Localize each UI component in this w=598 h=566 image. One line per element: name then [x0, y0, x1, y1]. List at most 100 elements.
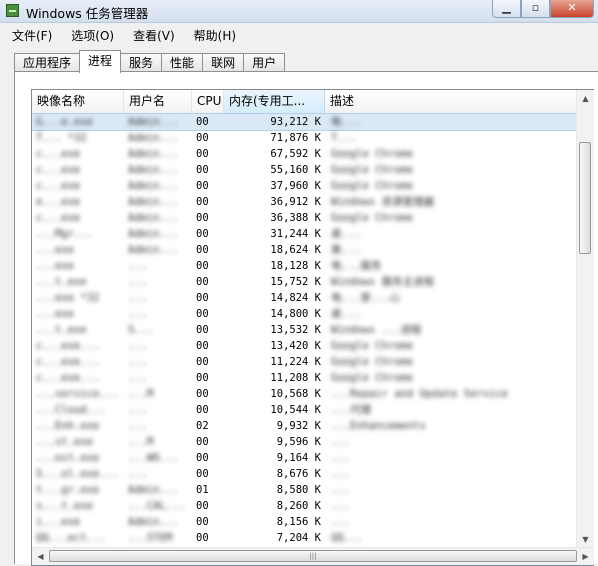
cell-user-name: Admin...	[128, 228, 179, 240]
table-row[interactable]: G...e.exe Admin... 00 93,212 K 电...	[32, 113, 581, 131]
cell-image-name: ...Enh.exe	[36, 420, 100, 432]
table-row[interactable]: QQ...ect... ...STEM 00 7,204 K QQ...	[32, 530, 580, 546]
scroll-right-arrow-icon[interactable]: ▶	[577, 548, 594, 565]
table-row[interactable]: ...exe Admin... 00 18,624 K 美...	[32, 242, 580, 258]
table-row[interactable]: ...service... ...M 00 10,568 K ...Repair and…	[32, 386, 580, 402]
tab-networking[interactable]: 联网	[202, 53, 245, 73]
tab-services[interactable]: 服务	[120, 53, 163, 73]
table-row[interactable]: S...ol.exe...... 00 8,676 K...	[32, 466, 580, 482]
cell-memory: 18,624 K	[270, 244, 321, 256]
minimize-button[interactable]: ▁	[492, 0, 521, 18]
table-row[interactable]: c...exe Admin... 00 67,592 K Google Chrome	[32, 146, 580, 162]
cell-image-name: e...exe	[36, 196, 81, 208]
cell-image-name: ...st.exe	[36, 436, 93, 448]
cell-memory: 14,824 K	[270, 292, 321, 304]
table-row[interactable]: s...t.exe ...CAL... 00 8,260 K...	[32, 498, 580, 514]
cell-image-name: ...exe	[36, 244, 74, 256]
cell-cpu: 00	[196, 276, 209, 288]
column-cpu[interactable]: CPU	[192, 90, 224, 113]
cell-image-name: c...exe	[36, 148, 81, 160]
table-row[interactable]: c...exe Admin... 00 36,388 K Google Chrome	[32, 210, 580, 226]
tab-applications[interactable]: 应用程序	[14, 53, 81, 73]
table-row[interactable]: ...t.exe... 00 15,752 K Windows 服务主进程	[32, 274, 580, 290]
cell-image-name: ...Cloud...	[36, 404, 106, 416]
cell-description: Windows ...进程	[331, 324, 422, 336]
cell-user-name: Admin...	[128, 196, 179, 208]
table-row[interactable]: T... *32 Admin... 00 71,876 K T...	[32, 130, 580, 146]
cell-description: Google Chrome	[331, 340, 414, 352]
menu-file[interactable]: 文件(F)	[0, 23, 59, 45]
menu-options[interactable]: 选项(O)	[59, 23, 121, 45]
table-row[interactable]: ...Mgr... Admin... 00 31,244 K 桌...	[32, 226, 580, 242]
cell-description: Google Chrome	[331, 212, 414, 224]
cell-image-name: ...ost.exe	[36, 452, 100, 464]
table-row[interactable]: c...exe Admin... 00 55,160 K Google Chrome	[32, 162, 580, 178]
table-row[interactable]: ...exe... 00 18,128 K 电...服务	[32, 258, 580, 274]
tab-processes[interactable]: 进程	[79, 50, 122, 73]
cell-user-name: ...WO...	[128, 452, 179, 464]
cell-description: Google Chrome	[331, 164, 414, 176]
table-row[interactable]: ...Cloud...... 00 10,544 K ...代理	[32, 402, 580, 418]
cell-description: 美...	[331, 244, 361, 256]
column-user-name[interactable]: 用户名	[124, 90, 192, 113]
cell-memory: 10,544 K	[270, 404, 321, 416]
tab-users[interactable]: 用户	[243, 53, 286, 73]
cell-description: ...	[331, 468, 350, 480]
scroll-down-arrow-icon[interactable]: ▼	[577, 531, 594, 548]
column-description[interactable]: 描述	[325, 90, 580, 113]
table-row[interactable]: e...exe Admin... 00 36,912 K Windows 资源管理器	[32, 194, 580, 210]
cell-memory: 7,204 K	[276, 532, 321, 544]
vertical-scroll-thumb[interactable]	[579, 142, 591, 254]
horizontal-scroll-thumb[interactable]: |||	[49, 550, 577, 562]
list-header: 映像名称 用户名 CPU 内存(专用工... 描述	[32, 90, 580, 114]
menu-help[interactable]: 帮助(H)	[182, 23, 243, 45]
table-row[interactable]: ...exe *32... 00 14,824 K 电...家...心	[32, 290, 580, 306]
close-button[interactable]: ✕	[550, 0, 594, 18]
cell-cpu: 00	[196, 468, 209, 480]
maximize-button[interactable]: ▫	[521, 0, 550, 18]
table-row[interactable]: ...st.exe ...M 00 9,596 K...	[32, 434, 580, 450]
vertical-scrollbar[interactable]: ▲ ▼	[576, 90, 594, 548]
cell-description: QQ...	[331, 532, 363, 544]
table-row[interactable]: t...gr.exe Admin... 01 8,580 K...	[32, 482, 580, 498]
cell-cpu: 00	[196, 436, 209, 448]
cell-cpu: 00	[196, 116, 209, 128]
table-row[interactable]: c...exe...... 00 13,420 K Google Chrome	[32, 338, 580, 354]
table-row[interactable]: c...exe Admin... 00 37,960 K Google Chrome	[32, 178, 580, 194]
table-row[interactable]: c...exe...... 00 11,224 K Google Chrome	[32, 354, 580, 370]
cell-memory: 36,912 K	[270, 196, 321, 208]
scroll-up-arrow-icon[interactable]: ▲	[577, 90, 594, 107]
cell-cpu: 00	[196, 404, 209, 416]
scroll-left-arrow-icon[interactable]: ◀	[32, 548, 49, 565]
window-title: Windows 任务管理器	[26, 6, 149, 21]
cell-description: Windows 服务主进程	[331, 276, 435, 288]
cell-description: ...代理	[331, 404, 371, 416]
table-row[interactable]: c...exe...... 00 11,208 K Google Chrome	[32, 370, 580, 386]
table-row[interactable]: ...t.exe S... 00 13,532 K Windows ...进程	[32, 322, 580, 338]
column-image-name[interactable]: 映像名称	[32, 90, 124, 113]
cell-user-name: ...	[128, 372, 147, 384]
cell-user-name: ...	[128, 340, 147, 352]
cell-image-name: c...exe...	[36, 356, 100, 368]
tab-performance[interactable]: 性能	[161, 53, 204, 73]
cell-description: ...Repair and Update Service	[331, 388, 509, 400]
cell-image-name: QQ...ect...	[36, 532, 106, 544]
cell-user-name: Admin...	[128, 180, 179, 192]
menu-bar: 文件(F) 选项(O) 查看(V) 帮助(H)	[0, 23, 598, 45]
cell-memory: 36,388 K	[270, 212, 321, 224]
cell-image-name: ...service...	[36, 388, 119, 400]
column-memory[interactable]: 内存(专用工...	[224, 90, 325, 113]
cell-cpu: 00	[196, 532, 209, 544]
cell-cpu: 00	[196, 196, 209, 208]
horizontal-scrollbar[interactable]: ◀ ||| ▶	[32, 547, 594, 565]
table-row[interactable]: ...Enh.exe... 02 9,932 K ...Enhancements	[32, 418, 580, 434]
table-row[interactable]: ...ost.exe ...WO... 00 9,164 K...	[32, 450, 580, 466]
cell-user-name: ...	[128, 404, 147, 416]
menu-view[interactable]: 查看(V)	[121, 23, 182, 45]
cell-memory: 15,752 K	[270, 276, 321, 288]
cell-user-name: ...	[128, 308, 147, 320]
table-row[interactable]: i...exe Admin... 00 8,156 K...	[32, 514, 580, 530]
table-row[interactable]: ...exe... 00 14,800 K 桌...	[32, 306, 580, 322]
cell-cpu: 00	[196, 324, 209, 336]
cell-image-name: c...exe...	[36, 340, 100, 352]
